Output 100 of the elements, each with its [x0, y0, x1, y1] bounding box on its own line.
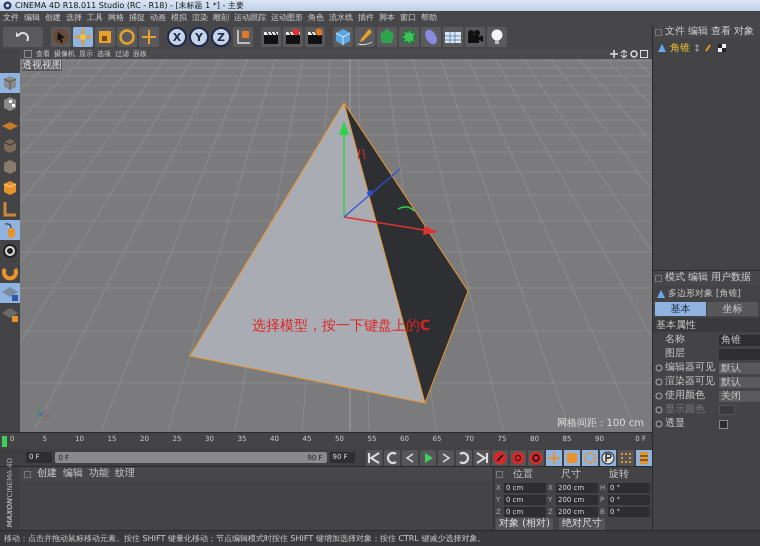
keyframe-dot-icon[interactable] — [655, 378, 663, 386]
menu-item[interactable]: 运动跟踪 — [234, 12, 266, 24]
light-bulb-icon[interactable] — [487, 27, 507, 47]
window-title: CINEMA 4D R18.011 Studio (RC - R18) - [未标题 1 *] - 主要 — [15, 0, 244, 11]
step-forward-icon[interactable] — [438, 450, 454, 466]
menu-item[interactable]: 编辑 — [24, 12, 40, 24]
record-icon[interactable] — [492, 450, 508, 466]
mode-dropdown[interactable]: 对象 (相对) — [496, 518, 553, 530]
panel-grip-icon[interactable] — [655, 274, 662, 282]
axis-lock-button[interactable]: Y — [189, 27, 209, 47]
menu-item[interactable]: 运动图形 — [271, 12, 303, 24]
menu-item[interactable]: 脚本 — [379, 12, 395, 24]
mode-dropdown[interactable]: 绝对尺寸 — [558, 518, 605, 530]
menu-item[interactable]: 角色 — [308, 12, 324, 24]
clapper-icon[interactable] — [283, 27, 303, 47]
keyframe-dot-icon[interactable] — [655, 406, 663, 414]
play-icon[interactable] — [420, 450, 436, 466]
grid-icon[interactable] — [443, 27, 463, 47]
move-icon[interactable] — [546, 450, 562, 466]
dropdown[interactable]: 默认 — [719, 376, 760, 388]
menu-item[interactable]: 选择 — [66, 12, 82, 24]
panel-grip-icon[interactable] — [655, 28, 662, 36]
move-view-icon[interactable] — [610, 50, 618, 58]
menu-item[interactable]: 模拟 — [171, 12, 187, 24]
menu-item[interactable]: 窗口 — [400, 12, 416, 24]
menu-item[interactable]: 工具 — [87, 12, 103, 24]
clapper-icon[interactable] — [261, 27, 281, 47]
menu-item[interactable]: 动画 — [150, 12, 166, 24]
undo-icon[interactable] — [3, 27, 43, 47]
menu-item[interactable]: 纹理 — [114, 468, 135, 480]
menu-item[interactable]: 模式 — [665, 272, 685, 284]
dropdown[interactable]: 关闭 — [719, 390, 760, 402]
menu-item[interactable]: 编辑 — [688, 26, 708, 38]
grid-plane-icon[interactable] — [0, 283, 20, 303]
menu-item[interactable]: 编辑 — [688, 272, 708, 284]
rotate-icon[interactable] — [117, 27, 137, 47]
menu-item[interactable]: 编辑 — [62, 468, 83, 480]
keyframe-dot-icon[interactable] — [655, 364, 663, 372]
text-field[interactable]: 角锥 — [719, 334, 760, 346]
menu-item[interactable]: 网格 — [108, 12, 124, 24]
menu-item[interactable]: 帮助 — [421, 12, 437, 24]
menu-item[interactable]: 查看 — [711, 26, 731, 38]
menu-item[interactable]: 文件 — [3, 12, 19, 24]
skip-start-icon[interactable] — [366, 450, 382, 466]
scale-icon[interactable] — [564, 450, 580, 466]
axes-icon[interactable] — [233, 27, 253, 47]
menu-item[interactable]: 捕捉 — [129, 12, 145, 24]
panel-grip-icon[interactable] — [496, 470, 503, 478]
axis-lock-button[interactable]: X — [167, 27, 187, 47]
menu-item[interactable]: 功能 — [88, 468, 109, 480]
pyramid-drawing[interactable] — [188, 101, 470, 405]
menu-item[interactable]: 插件 — [358, 12, 374, 24]
crosshair-icon[interactable] — [139, 27, 159, 47]
mouse-icon[interactable] — [0, 220, 20, 240]
color-swatch[interactable] — [719, 405, 735, 415]
keyframe-dot-icon[interactable] — [655, 420, 663, 428]
rotate-icon[interactable] — [582, 450, 598, 466]
view-icon[interactable] — [24, 50, 32, 58]
step-back-icon[interactable] — [402, 450, 418, 466]
keyframe-dot-icon[interactable] — [655, 392, 663, 400]
point-grid-icon[interactable] — [618, 450, 634, 466]
menu-item[interactable]: 渲染 — [192, 12, 208, 24]
checker-tag-icon[interactable] — [717, 43, 727, 53]
cube-icon[interactable] — [0, 73, 20, 93]
checkbox[interactable] — [719, 420, 728, 428]
cursor-icon[interactable] — [51, 27, 71, 47]
object-name[interactable]: 角锥 — [670, 41, 690, 55]
capsule-icon[interactable] — [421, 27, 441, 47]
loop-forward-icon[interactable] — [456, 450, 472, 466]
loop-back-icon[interactable] — [384, 450, 400, 466]
menu-item[interactable]: 雕刻 — [213, 12, 229, 24]
axis-gizmo-icon[interactable] — [339, 120, 439, 238]
playhead-marker[interactable] — [2, 436, 7, 447]
menu-item[interactable]: 文件 — [665, 26, 685, 38]
viewport-label: 透视视图 — [22, 60, 62, 71]
cube-icon[interactable] — [333, 27, 353, 47]
scale-icon[interactable] — [95, 27, 115, 47]
dropdown[interactable]: 默认 — [719, 362, 760, 374]
rotate-view-icon[interactable] — [630, 50, 638, 58]
pen-icon[interactable] — [355, 27, 375, 47]
gear-icon[interactable] — [399, 27, 419, 47]
parameter-icon[interactable] — [600, 450, 616, 466]
clapper-icon[interactable] — [305, 27, 325, 47]
attribute-tab[interactable]: 基本 — [655, 302, 706, 316]
menu-item[interactable]: 创建 — [45, 12, 61, 24]
record-icon[interactable] — [510, 450, 526, 466]
menu-item[interactable]: 创建 — [36, 468, 57, 480]
zoom-view-icon[interactable] — [620, 50, 628, 58]
skip-end-icon[interactable] — [474, 450, 490, 466]
camera-icon[interactable] — [465, 27, 485, 47]
menu-item[interactable]: 流水线 — [329, 12, 353, 24]
visibility-dots-icon[interactable] — [693, 43, 701, 53]
axis-lock-button[interactable]: Z — [211, 27, 231, 47]
attribute-tab[interactable]: 坐标 — [707, 302, 758, 316]
filmstrip-icon[interactable] — [636, 450, 652, 466]
menu-item[interactable]: 对象 — [734, 26, 754, 38]
panel-grip-icon[interactable] — [24, 470, 31, 478]
record-icon[interactable] — [528, 450, 544, 466]
maximize-view-icon[interactable] — [640, 50, 648, 58]
menu-item[interactable]: 用户数据 — [711, 272, 751, 284]
